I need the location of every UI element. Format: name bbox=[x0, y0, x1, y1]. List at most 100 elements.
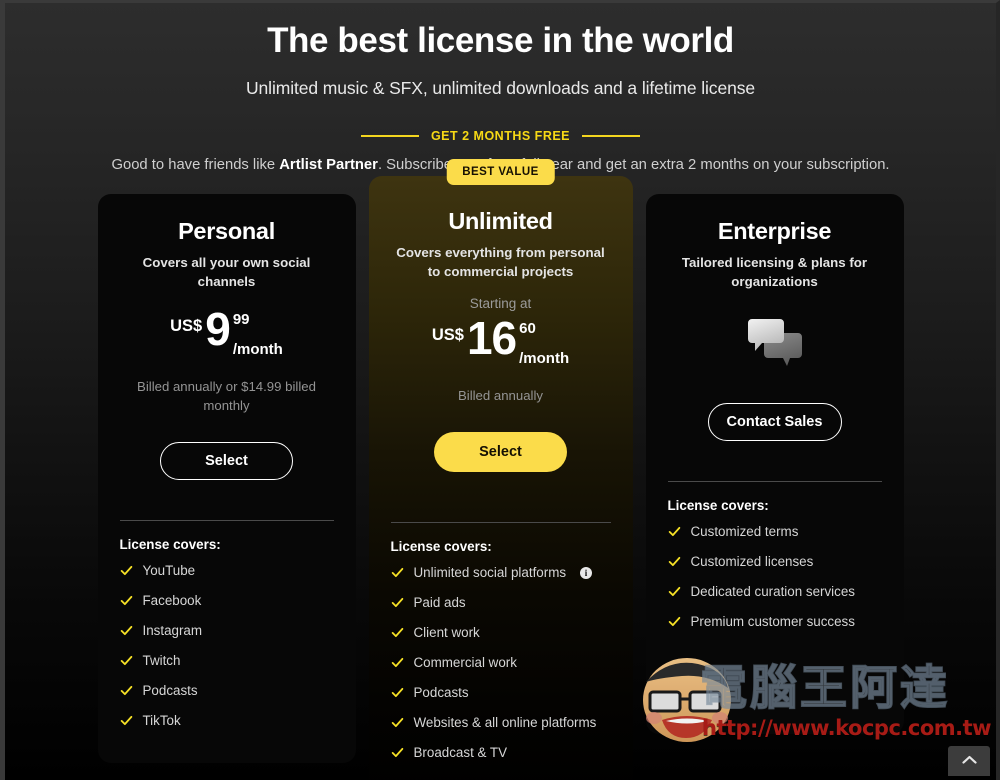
plan-description-unlimited: Covers everything from personal to comme… bbox=[396, 245, 605, 280]
check-icon bbox=[391, 716, 404, 729]
plan-cta-row-enterprise: Contact Sales bbox=[668, 376, 882, 442]
check-icon bbox=[391, 626, 404, 639]
feature-label: Instagram bbox=[142, 623, 203, 639]
select-button-unlimited[interactable]: Select bbox=[434, 432, 567, 473]
check-icon bbox=[391, 656, 404, 669]
list-item: YouTube bbox=[120, 563, 334, 578]
feature-label: Facebook bbox=[142, 593, 202, 609]
plan-description-enterprise: Tailored licensing & plans for organizat… bbox=[681, 255, 868, 290]
starting-at-label: Starting at bbox=[469, 296, 532, 312]
covers-title-unlimited: License covers: bbox=[390, 539, 492, 555]
feature-label: Paid ads bbox=[413, 595, 466, 611]
plan-name-enterprise: Enterprise bbox=[717, 218, 832, 245]
price-fraction-group: 99 /month bbox=[233, 308, 283, 358]
contact-sales-button[interactable]: Contact Sales bbox=[707, 403, 842, 442]
price-amount: 16 bbox=[466, 312, 517, 365]
enterprise-icon-wrap bbox=[668, 318, 882, 376]
list-item: Podcasts bbox=[391, 685, 611, 700]
feature-list-personal: YouTube Facebook Instagram Twitch Podcas… bbox=[120, 563, 334, 728]
feature-label: Customized terms bbox=[690, 524, 799, 540]
list-item: Websites & all online platforms bbox=[391, 715, 611, 730]
list-item: Premium customer success bbox=[668, 614, 882, 629]
promo-rule-left bbox=[360, 135, 419, 138]
plan-card-enterprise[interactable]: Enterprise Tailored licensing & plans fo… bbox=[645, 194, 904, 735]
list-item: Client work bbox=[391, 625, 611, 640]
chevron-up-icon bbox=[961, 752, 977, 770]
promo-label: GET 2 MONTHS FREE bbox=[430, 129, 571, 144]
check-icon bbox=[391, 596, 404, 609]
price-period: /month bbox=[519, 350, 570, 368]
check-icon bbox=[391, 566, 404, 579]
hero-section: The best license in the world Unlimited … bbox=[5, 3, 996, 99]
pricing-cards: Personal Covers all your own social chan… bbox=[5, 159, 996, 780]
plan-card-unlimited[interactable]: BEST VALUE Unlimited Covers everything f… bbox=[368, 159, 633, 780]
price-cents: 60 bbox=[519, 320, 536, 338]
plan-card-personal[interactable]: Personal Covers all your own social chan… bbox=[97, 194, 356, 764]
feature-label: YouTube bbox=[142, 563, 196, 579]
list-item: Unlimited social platforms i bbox=[391, 565, 611, 580]
best-value-badge: BEST VALUE bbox=[446, 159, 555, 186]
check-icon bbox=[668, 585, 681, 598]
plan-name-personal: Personal bbox=[178, 218, 275, 245]
check-icon bbox=[391, 746, 404, 759]
covers-title-personal: License covers: bbox=[119, 537, 221, 553]
card-divider-personal bbox=[119, 520, 334, 522]
plan-cta-row-unlimited: Select bbox=[391, 405, 611, 473]
list-item: Customized licenses bbox=[668, 554, 882, 569]
feature-label: Premium customer success bbox=[690, 614, 855, 630]
chat-bubbles-icon bbox=[746, 318, 804, 376]
feature-label: Websites & all online platforms bbox=[413, 715, 597, 731]
price-amount: 9 bbox=[205, 303, 231, 356]
check-icon bbox=[120, 624, 133, 637]
price-cents: 99 bbox=[232, 311, 250, 329]
plan-description-personal: Covers all your own social channels bbox=[142, 255, 311, 290]
list-item: TikTok bbox=[120, 713, 334, 728]
list-item: Facebook bbox=[120, 593, 334, 608]
select-button-personal[interactable]: Select bbox=[160, 442, 293, 481]
feature-label: Twitch bbox=[142, 653, 181, 669]
feature-label: Broadcast & TV bbox=[413, 745, 508, 761]
scroll-to-top-button[interactable] bbox=[948, 746, 990, 776]
check-icon bbox=[668, 525, 681, 538]
check-icon bbox=[668, 615, 681, 628]
feature-label: Podcasts bbox=[142, 683, 198, 699]
feature-list-enterprise: Customized terms Customized licenses Ded… bbox=[668, 524, 882, 629]
page-root: The best license in the world Unlimited … bbox=[0, 0, 1000, 780]
check-icon bbox=[120, 714, 133, 727]
check-icon bbox=[120, 564, 133, 577]
card-divider-unlimited bbox=[390, 522, 611, 524]
feature-label: Podcasts bbox=[413, 685, 469, 701]
promo-heading: GET 2 MONTHS FREE bbox=[5, 129, 996, 143]
price-fraction-group: 60 /month bbox=[519, 317, 569, 367]
list-item: Broadcast & TV bbox=[391, 745, 611, 760]
promo-text-before: Good to have friends like bbox=[111, 157, 280, 174]
plan-cta-row-personal: Select bbox=[120, 415, 334, 481]
feature-label: Unlimited social platforms bbox=[413, 565, 567, 581]
price-currency: US$ bbox=[431, 326, 464, 345]
feature-label: TikTok bbox=[142, 713, 181, 729]
check-icon bbox=[391, 686, 404, 699]
check-icon bbox=[120, 654, 133, 667]
check-icon bbox=[668, 555, 681, 568]
promo-partner-name: Artlist Partner bbox=[279, 157, 378, 174]
check-icon bbox=[120, 594, 133, 607]
feature-list-unlimited: Unlimited social platforms i Paid ads Cl… bbox=[391, 565, 611, 760]
list-item: Podcasts bbox=[120, 683, 334, 698]
price-currency: US$ bbox=[170, 317, 203, 336]
list-item: Instagram bbox=[120, 623, 334, 638]
plan-name-unlimited: Unlimited bbox=[448, 208, 553, 235]
plan-price-unlimited: US$ 16 60 /month bbox=[391, 312, 611, 373]
info-icon[interactable]: i bbox=[580, 566, 593, 579]
list-item: Dedicated curation services bbox=[668, 584, 882, 599]
plan-billing-note-unlimited: Billed annually bbox=[457, 388, 544, 404]
list-item: Customized terms bbox=[668, 524, 882, 539]
list-item: Twitch bbox=[120, 653, 334, 668]
feature-label: Dedicated curation services bbox=[690, 584, 856, 600]
promo-rule-right bbox=[582, 135, 641, 138]
card-divider-enterprise bbox=[667, 481, 882, 483]
feature-label: Customized licenses bbox=[690, 554, 814, 570]
plan-billing-note-personal: Billed annually or $14.99 billed monthly bbox=[137, 379, 316, 414]
price-period: /month bbox=[232, 341, 283, 359]
list-item: Paid ads bbox=[391, 595, 611, 610]
feature-label: Commercial work bbox=[413, 655, 517, 671]
